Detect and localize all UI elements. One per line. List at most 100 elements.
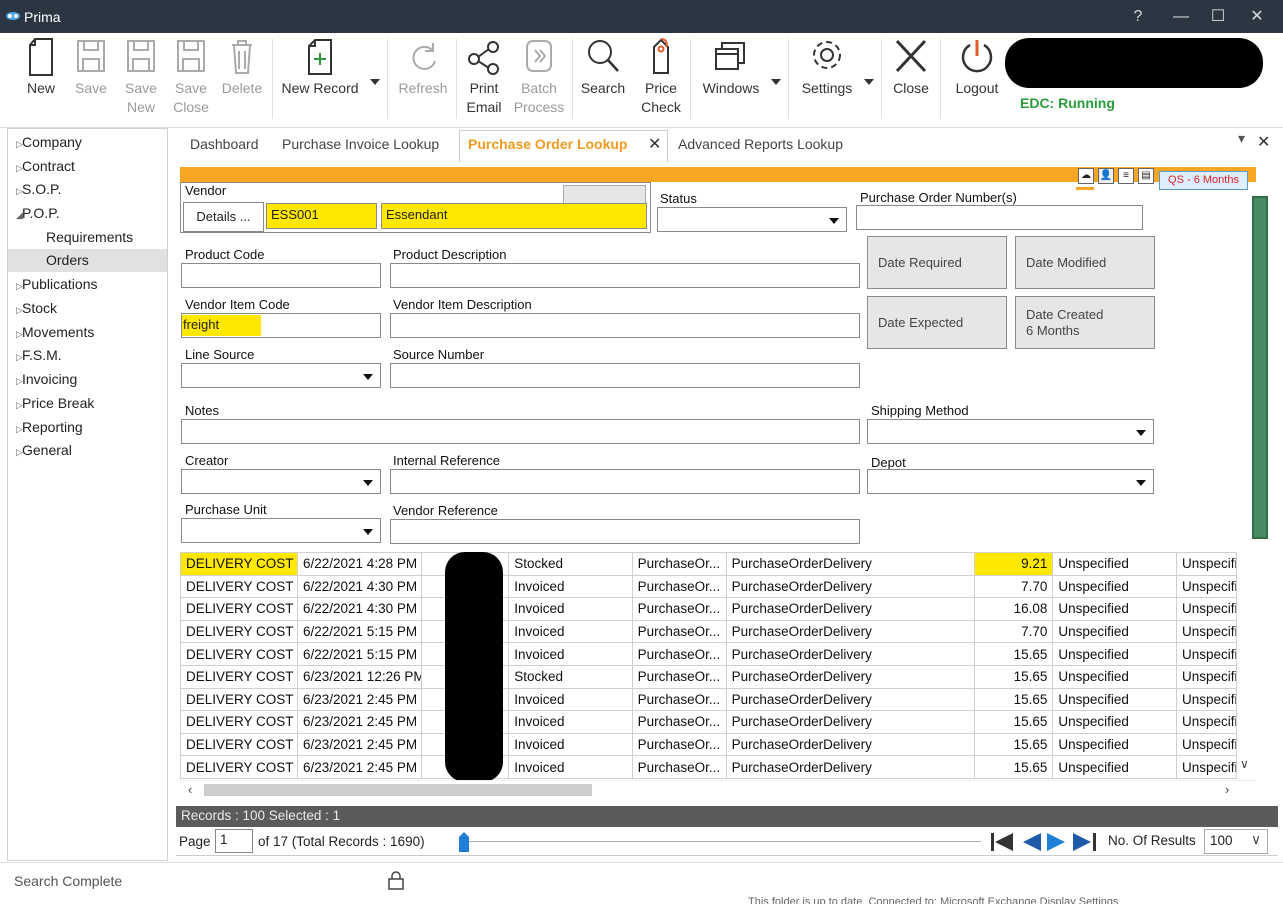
depot-select[interactable]: [867, 469, 1154, 494]
sidebar-item-requirements[interactable]: Requirements: [8, 226, 167, 249]
table-cell[interactable]: 15.65: [973, 642, 1054, 666]
sidebar-item-publications[interactable]: ▷Publications: [8, 273, 167, 296]
save-close-button[interactable]: Save Close: [171, 37, 211, 117]
expand-arrow-icon[interactable]: ▷: [8, 133, 23, 155]
table-cell[interactable]: PurchaseOrderDelivery: [725, 710, 975, 734]
next-page-icon[interactable]: [1047, 833, 1065, 851]
sidebar-item-sop[interactable]: ▷S.O.P.: [8, 178, 167, 201]
table-cell[interactable]: PurchaseOrderDelivery: [725, 732, 975, 757]
table-cell[interactable]: Unspecifi: [1175, 687, 1237, 712]
expand-arrow-icon[interactable]: ▷: [8, 418, 23, 440]
table-cell[interactable]: 6/23/2021 2:45 PM: [297, 710, 422, 734]
table-cell[interactable]: PurchaseOrderDelivery: [725, 574, 975, 599]
table-cell[interactable]: 15.65: [973, 732, 1054, 757]
refresh-button[interactable]: Refresh: [397, 37, 449, 98]
vendor-item-code-field[interactable]: freight: [181, 313, 381, 338]
quick-search-badge[interactable]: QS - 6 Months: [1159, 171, 1248, 190]
search-button[interactable]: Search: [579, 37, 627, 98]
batch-process-button[interactable]: Batch Process: [513, 37, 565, 117]
sidebar-item-reporting[interactable]: ▷Reporting: [8, 416, 167, 439]
table-cell[interactable]: PurchaseOrderDelivery: [725, 552, 975, 576]
new-button[interactable]: New: [24, 37, 58, 98]
form-scrollbar[interactable]: [1252, 196, 1268, 539]
windows-dropdown-icon[interactable]: [771, 79, 781, 85]
collapse-arrow-icon[interactable]: ◢: [8, 204, 23, 226]
sidebar-item-price-break[interactable]: ▷Price Break: [8, 392, 167, 415]
table-cell[interactable]: PurchaseOrderDelivery: [725, 619, 975, 644]
table-row[interactable]: DELIVERY COST 6/22/2021 5:15 PM Invoiced Pu…: [180, 619, 1237, 644]
close-window-button[interactable]: ✕: [1247, 7, 1267, 27]
expand-arrow-icon[interactable]: ▷: [8, 394, 23, 416]
tab-list-dropdown-icon[interactable]: ▾: [1238, 130, 1245, 147]
table-cell[interactable]: Invoiced: [508, 732, 633, 757]
table-cell[interactable]: 15.65: [973, 710, 1054, 734]
table-row[interactable]: DELIVERY COST 6/22/2021 4:30 PM Invoiced Pu…: [180, 597, 1237, 621]
expand-arrow-icon[interactable]: ▷: [8, 441, 23, 463]
table-cell[interactable]: 6/22/2021 4:28 PM: [297, 552, 422, 576]
date-modified-button[interactable]: Date Modified: [1015, 236, 1155, 289]
report-view-icon[interactable]: ▤: [1138, 168, 1154, 184]
internal-reference-field[interactable]: [390, 469, 860, 494]
table-cell[interactable]: DELIVERY COST: [180, 710, 298, 734]
sidebar-item-movements[interactable]: ▷Movements: [8, 321, 167, 344]
vendor-lookup-button[interactable]: [563, 185, 646, 205]
table-cell[interactable]: 7.70: [973, 619, 1054, 644]
horizontal-scroll-thumb[interactable]: [204, 784, 592, 796]
po-numbers-field[interactable]: [856, 205, 1143, 230]
table-row[interactable]: DELIVERY COST 6/23/2021 2:45 PM Invoiced Pu…: [180, 755, 1237, 779]
source-number-field[interactable]: [390, 363, 860, 388]
page-number-field[interactable]: 1: [215, 829, 253, 853]
scroll-right-icon[interactable]: ›: [1225, 782, 1229, 797]
vendor-details-button[interactable]: Details ...: [183, 202, 264, 232]
table-cell[interactable]: Unspecifi: [1175, 732, 1237, 757]
table-cell[interactable]: DELIVERY COST: [180, 642, 298, 666]
close-button[interactable]: Close: [889, 37, 933, 98]
sidebar-item-stock[interactable]: ▷Stock: [8, 297, 167, 320]
settings-button[interactable]: Settings: [797, 37, 857, 98]
product-code-field[interactable]: [181, 263, 381, 288]
print-email-button[interactable]: Print Email: [462, 37, 506, 117]
table-cell[interactable]: Unspecified: [1052, 687, 1177, 712]
tab-close-icon[interactable]: ✕: [648, 134, 661, 154]
date-expected-button[interactable]: Date Expected: [867, 296, 1007, 349]
last-page-icon[interactable]: [1073, 833, 1096, 851]
table-row[interactable]: DELIVERY COST 6/22/2021 5:15 PM Invoiced Pu…: [180, 642, 1237, 666]
table-cell[interactable]: Unspecifi: [1175, 619, 1237, 644]
sidebar-item-pop[interactable]: ◢P.O.P.: [8, 202, 167, 225]
help-icon[interactable]: ?: [1128, 7, 1148, 27]
table-cell[interactable]: 6/23/2021 12:26 PM: [297, 664, 422, 689]
page-slider-thumb[interactable]: [457, 831, 471, 853]
vendor-reference-field[interactable]: [390, 519, 860, 544]
table-cell[interactable]: 6/23/2021 2:45 PM: [297, 732, 422, 757]
purchase-unit-select[interactable]: [181, 518, 381, 543]
save-button[interactable]: Save: [73, 37, 109, 98]
table-cell[interactable]: 6/23/2021 2:45 PM: [297, 687, 422, 712]
table-cell[interactable]: DELIVERY COST: [180, 552, 298, 576]
table-cell[interactable]: DELIVERY COST: [180, 574, 298, 599]
table-cell[interactable]: Unspecified: [1052, 710, 1177, 734]
table-cell[interactable]: PurchaseOr...: [631, 597, 727, 621]
table-cell[interactable]: Unspecifi: [1175, 664, 1237, 689]
table-cell[interactable]: PurchaseOr...: [631, 619, 727, 644]
table-cell[interactable]: Invoiced: [508, 597, 633, 621]
table-row[interactable]: DELIVERY COST 6/23/2021 2:45 PM Invoiced Pu…: [180, 732, 1237, 757]
table-cell[interactable]: Unspecified: [1052, 552, 1177, 576]
scroll-left-icon[interactable]: ‹: [188, 782, 192, 797]
table-cell[interactable]: PurchaseOrderDelivery: [725, 642, 975, 666]
table-cell[interactable]: PurchaseOr...: [631, 755, 727, 779]
table-cell[interactable]: PurchaseOr...: [631, 732, 727, 757]
table-cell[interactable]: Stocked: [508, 552, 633, 576]
table-cell[interactable]: PurchaseOr...: [631, 710, 727, 734]
page-slider-track[interactable]: [461, 841, 981, 842]
table-cell[interactable]: Invoiced: [508, 642, 633, 666]
table-cell[interactable]: 15.65: [973, 755, 1054, 779]
table-cell[interactable]: 6/22/2021 5:15 PM: [297, 642, 422, 666]
windows-button[interactable]: Windows: [698, 37, 764, 98]
table-cell[interactable]: 15.65: [973, 664, 1054, 689]
table-row[interactable]: DELIVERY COST 6/22/2021 4:28 PM Stocked Pur…: [180, 552, 1237, 576]
expand-arrow-icon[interactable]: ▷: [8, 346, 23, 368]
expand-arrow-icon[interactable]: ▷: [8, 370, 23, 392]
table-cell[interactable]: Unspecified: [1052, 619, 1177, 644]
date-created-button[interactable]: Date Created 6 Months: [1015, 296, 1155, 349]
table-cell[interactable]: 6/22/2021 5:15 PM: [297, 619, 422, 644]
